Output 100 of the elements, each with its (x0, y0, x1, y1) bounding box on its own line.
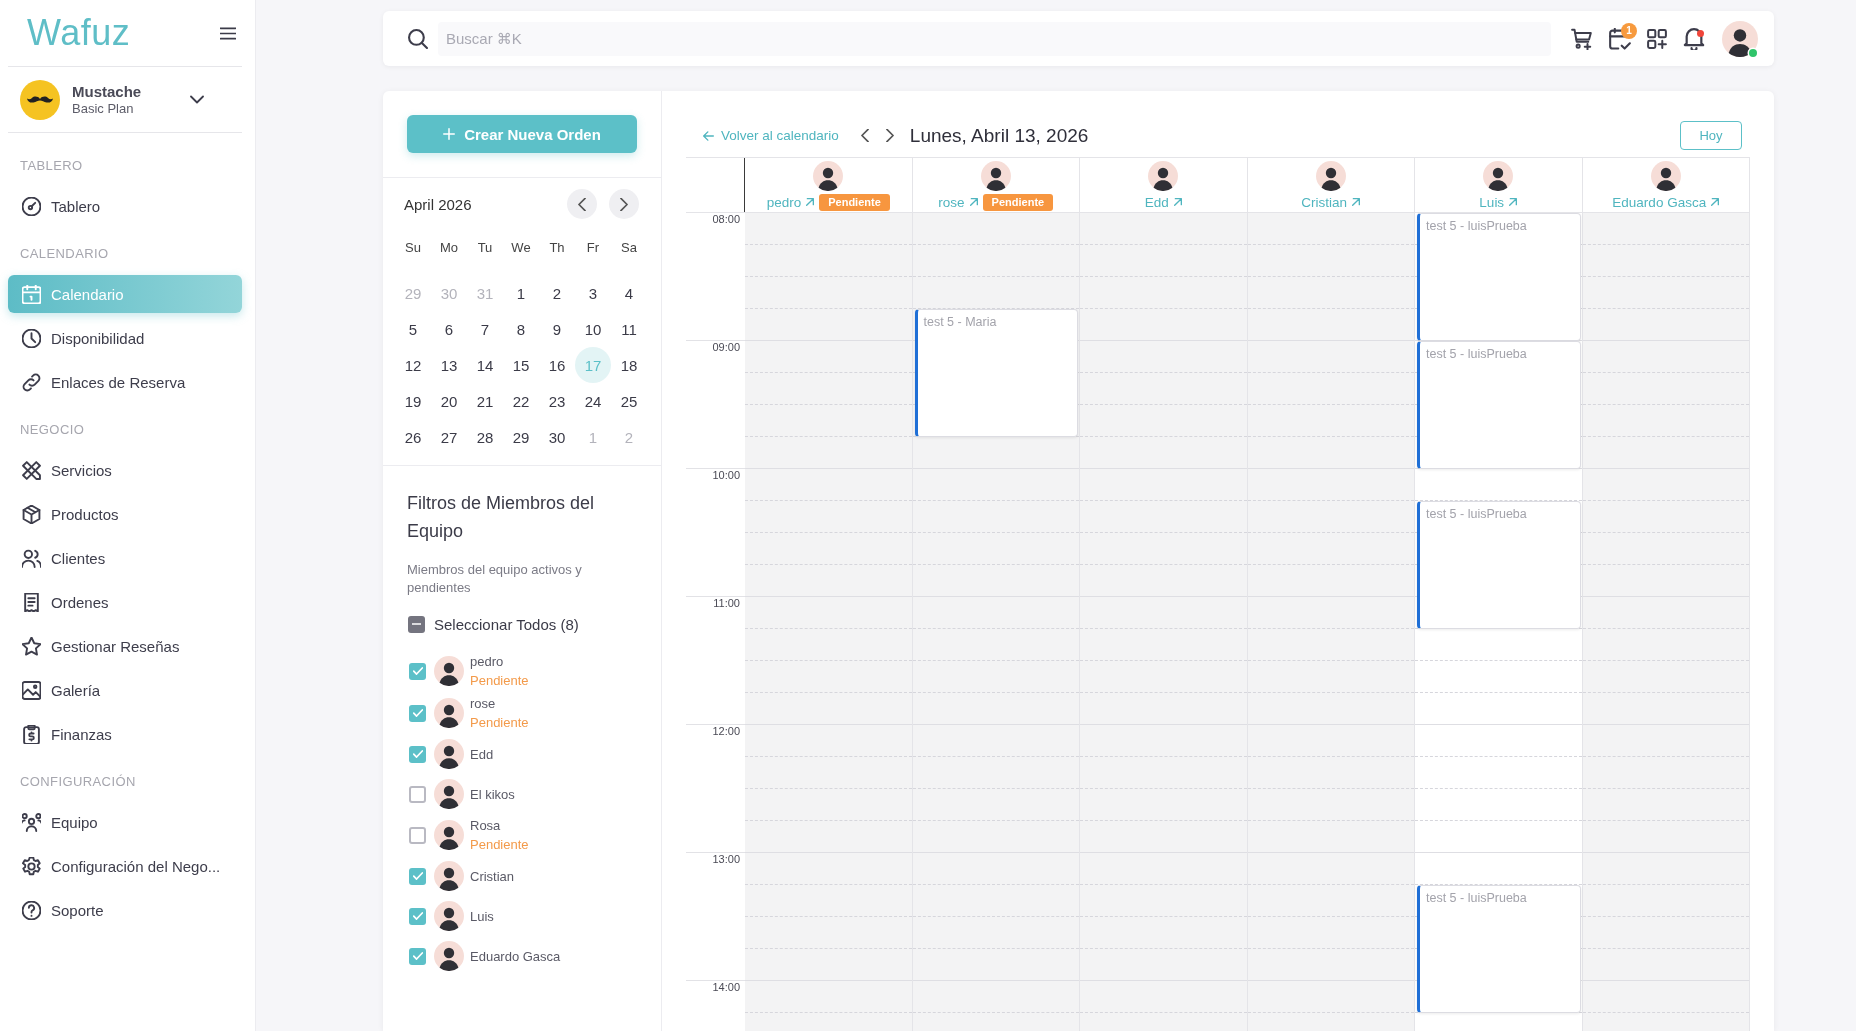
calendar-day[interactable]: 25 (611, 383, 647, 419)
nav-item[interactable]: Soporte (8, 891, 242, 929)
section-label: TABLERO (19, 157, 84, 175)
search-icon (408, 28, 428, 49)
calendar-day[interactable]: 27 (431, 419, 467, 455)
minus-icon (412, 623, 421, 625)
select-all-checkbox[interactable] (408, 615, 425, 633)
nav-item[interactable]: Servicios (8, 451, 242, 489)
bell-icon[interactable] (1683, 27, 1705, 50)
avatar-icon (434, 656, 464, 686)
mustache-avatar-icon (20, 79, 60, 120)
next-month-button[interactable] (609, 189, 639, 219)
hour-label: 09:00 (712, 341, 740, 353)
calendar-day[interactable]: 29 (503, 419, 539, 455)
calendar-day[interactable]: 19 (395, 383, 431, 419)
calendar-day[interactable]: 12 (395, 347, 431, 383)
calendar-day[interactable]: 7 (467, 311, 503, 347)
calendar-day[interactable]: 11 (611, 311, 647, 347)
nav-item[interactable]: Gestionar Reseñas (8, 627, 242, 665)
arrow-up-right-icon (1352, 198, 1361, 206)
box-icon (22, 504, 41, 524)
avatar-icon (434, 861, 464, 891)
nav-item[interactable]: Clientes (8, 539, 242, 577)
calendar-day[interactable]: 1 (503, 275, 539, 311)
calendar-day[interactable]: 8 (503, 311, 539, 347)
avatar-icon (434, 739, 464, 769)
calendar-day[interactable]: 22 (503, 383, 539, 419)
chevron-left-icon (578, 197, 586, 211)
chevron-left-icon[interactable] (860, 129, 869, 142)
member-checkbox[interactable] (409, 785, 426, 803)
calendar-day[interactable]: 26 (395, 419, 431, 455)
member-checkbox[interactable] (409, 867, 426, 885)
calendar-day[interactable]: 20 (431, 383, 467, 419)
users-icon (22, 548, 41, 568)
nav-item[interactable]: Enlaces de Reserva (8, 363, 242, 401)
weekday-label: Sa (620, 238, 638, 257)
filters-title: Filtros de Miembros del Equipo (407, 492, 596, 543)
nav-item[interactable]: Tablero (8, 187, 242, 225)
member-checkbox[interactable] (409, 947, 426, 965)
status-label: Pendiente (470, 672, 529, 690)
calendar-day[interactable]: 30 (539, 419, 575, 455)
arrow-up-right-icon (1509, 198, 1518, 206)
member-name: pedro (470, 653, 505, 671)
nav-item[interactable]: Finanzas (8, 715, 242, 753)
nav-item[interactable]: Productos (8, 495, 242, 533)
section-label: NEGOCIO (19, 421, 86, 439)
help-icon (22, 900, 41, 920)
hour-label: 14:00 (712, 981, 740, 993)
chevron-right-icon[interactable] (885, 129, 894, 142)
cart-plus-icon[interactable] (1571, 27, 1593, 50)
calendar-day[interactable]: 4 (611, 275, 647, 311)
calendar-day[interactable]: 14 (467, 347, 503, 383)
user-avatar-icon[interactable] (1722, 20, 1758, 57)
calendar-day[interactable]: 6 (431, 311, 467, 347)
nav-item[interactable]: Disponibilidad (8, 319, 242, 357)
calendar-day[interactable]: 28 (467, 419, 503, 455)
calendar-day[interactable]: 5 (395, 311, 431, 347)
member-checkbox[interactable] (409, 704, 426, 722)
member-checkbox[interactable] (409, 907, 426, 925)
calendar-day[interactable]: 15 (503, 347, 539, 383)
chevron-down-icon[interactable] (190, 95, 204, 104)
arrow-up-right-icon (806, 198, 815, 206)
previous-month-button[interactable] (567, 189, 597, 219)
team-icon (22, 812, 41, 832)
account-name: Mustache (72, 82, 142, 101)
nav-item[interactable]: Equipo (8, 803, 242, 841)
calendar-day[interactable]: 23 (539, 383, 575, 419)
calendar-day[interactable]: 13 (431, 347, 467, 383)
member-name: rose (470, 695, 497, 713)
grid-plus-icon[interactable] (1647, 28, 1667, 49)
calendar-day[interactable]: 24 (575, 383, 611, 419)
weekday-label: Tu (476, 238, 494, 257)
avatar-icon (434, 698, 464, 728)
calendar-day[interactable]: 18 (611, 347, 647, 383)
calendar-day[interactable]: 3 (575, 275, 611, 311)
member-checkbox[interactable] (409, 745, 426, 763)
month-title: April 2026 (404, 195, 473, 213)
check-icon (412, 750, 423, 758)
image-icon (22, 680, 41, 700)
hour-label: 12:00 (712, 725, 740, 737)
member-checkbox[interactable] (409, 662, 426, 680)
member-name: Rosa (470, 817, 502, 835)
weekday-label: Su (404, 238, 422, 257)
calendar-day[interactable]: 9 (539, 311, 575, 347)
calendar-day[interactable]: 16 (539, 347, 575, 383)
nav-item[interactable]: Ordenes (8, 583, 242, 621)
search-field[interactable]: Buscar ⌘K (438, 21, 1551, 56)
arrow-left-icon (703, 130, 714, 141)
avatar-icon (434, 941, 464, 971)
nav-item[interactable]: Galería (8, 671, 242, 709)
menu-icon[interactable] (220, 26, 236, 40)
calendar-day[interactable]: 21 (467, 383, 503, 419)
calendar-day[interactable]: 10 (575, 311, 611, 347)
settings-icon (22, 856, 41, 876)
calendar-check-icon[interactable] (1609, 27, 1631, 50)
member-checkbox[interactable] (409, 826, 426, 844)
calendar-day[interactable]: 2 (539, 275, 575, 311)
avatar-icon (434, 779, 464, 809)
check-icon (412, 667, 423, 675)
nav-item[interactable]: Configuración del Nego... (8, 847, 242, 885)
